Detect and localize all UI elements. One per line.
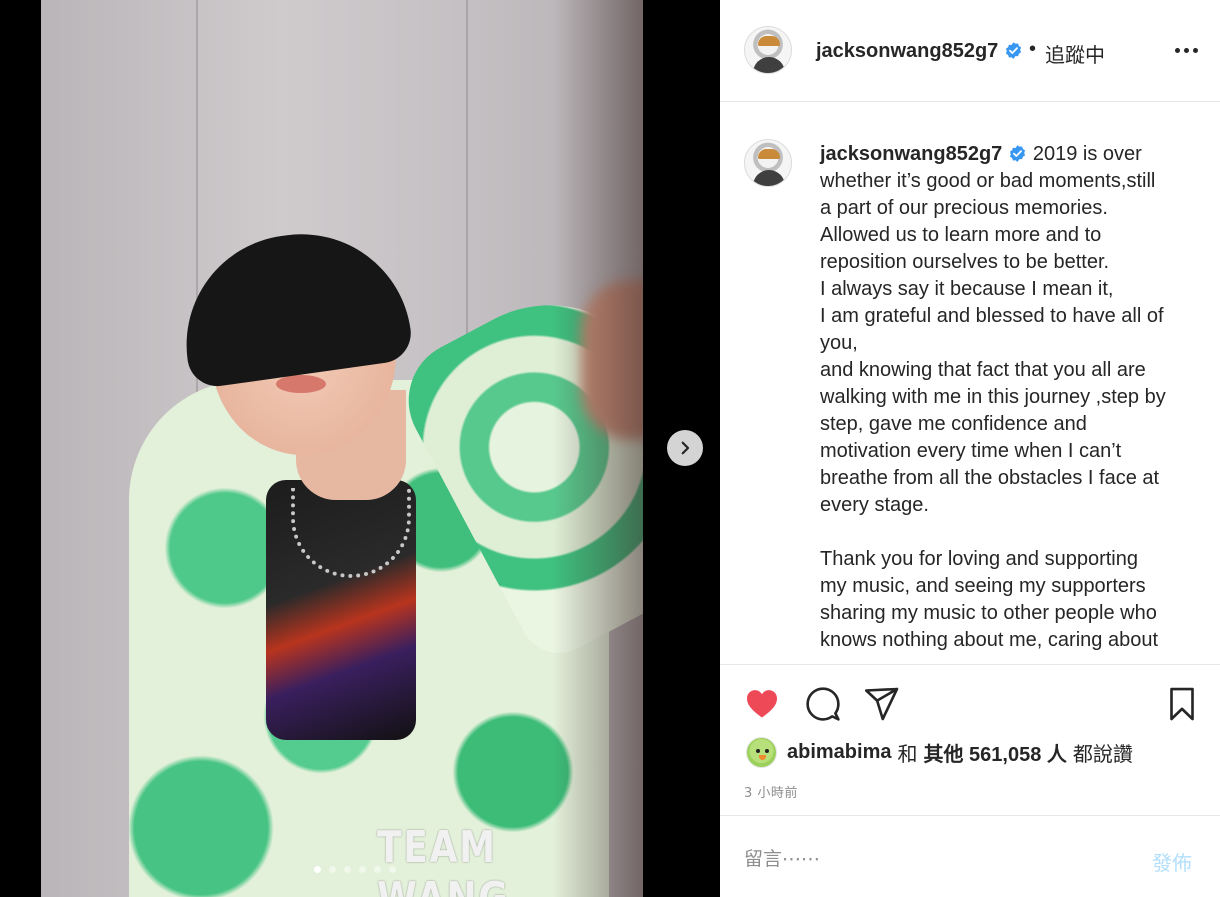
carousel-dot — [374, 866, 381, 873]
carousel-dot — [389, 866, 396, 873]
photo-lips — [276, 375, 326, 393]
carousel-dot — [359, 866, 366, 873]
post-header: jacksonwang852g7 • 追蹤中 — [720, 0, 1220, 102]
following-button[interactable]: 追蹤中 — [1045, 39, 1105, 68]
header-separator: • — [1029, 38, 1037, 60]
caption-scroll-area[interactable]: jacksonwang852g7 2019 is over whether it… — [720, 103, 1220, 665]
likes-others-count[interactable]: 其他 561,058 人 — [923, 738, 1066, 767]
post-photo[interactable]: TEAM WANG — [41, 0, 643, 897]
photo-shadow — [553, 0, 643, 897]
share-icon — [864, 687, 899, 721]
likes-conjunction: 和 — [897, 741, 918, 766]
caption-username[interactable]: jacksonwang852g7 — [820, 143, 1002, 165]
verified-badge-icon — [1006, 42, 1022, 59]
more-options-button[interactable] — [1166, 38, 1206, 62]
chevron-right-icon — [681, 441, 690, 455]
comment-button[interactable] — [803, 684, 843, 724]
media-panel: TEAM WANG — [0, 0, 720, 897]
post-side-panel: jacksonwang852g7 • 追蹤中 jacksonwang852g7 … — [720, 0, 1220, 897]
carousel-dot — [344, 866, 351, 873]
carousel-dot — [314, 866, 321, 873]
caption-text-block: jacksonwang852g7 2019 is over whether it… — [820, 141, 1200, 654]
liker-username[interactable]: abimabima — [787, 741, 891, 764]
comment-icon — [806, 687, 840, 721]
author-username-text: jacksonwang852g7 — [816, 40, 999, 62]
author-avatar[interactable] — [744, 26, 792, 74]
avatar-figure — [753, 170, 785, 186]
more-dot-icon — [1174, 47, 1180, 53]
photo-overlay-text: TEAM WANG — [377, 822, 508, 897]
author-username[interactable]: jacksonwang852g7 — [816, 40, 1023, 63]
post-comment-button[interactable]: 發佈 — [1152, 847, 1192, 876]
carousel-dot — [329, 866, 336, 873]
post-timestamp[interactable]: 3 小時前 — [744, 782, 798, 801]
verified-badge-icon — [1010, 145, 1026, 162]
caption-body: 2019 is over whether it’s good or bad mo… — [820, 143, 1166, 651]
instagram-post-modal: TEAM WANG jacksonwang852g7 • 追蹤中 — [0, 0, 1220, 897]
more-dot-icon — [1183, 47, 1189, 53]
carousel-indicator — [314, 866, 396, 873]
like-button[interactable] — [742, 684, 782, 724]
carousel-next-button[interactable] — [667, 430, 703, 466]
comment-composer: 發佈 — [720, 817, 1220, 897]
heart-icon — [747, 690, 777, 718]
post-actions: abimabima 和 其他 561,058 人 都說讚 3 小時前 — [720, 666, 1220, 816]
caption-author-avatar[interactable] — [744, 139, 792, 187]
share-button[interactable] — [862, 684, 902, 724]
save-button[interactable] — [1162, 684, 1202, 724]
bookmark-icon — [1170, 687, 1194, 721]
more-dot-icon — [1192, 47, 1198, 53]
liker-avatar[interactable] — [746, 736, 777, 768]
likes-summary: abimabima 和 其他 561,058 人 都說讚 — [746, 736, 1139, 768]
comment-input[interactable] — [744, 844, 1134, 874]
likes-suffix: 都說讚 — [1072, 741, 1133, 766]
avatar-figure — [753, 57, 785, 73]
